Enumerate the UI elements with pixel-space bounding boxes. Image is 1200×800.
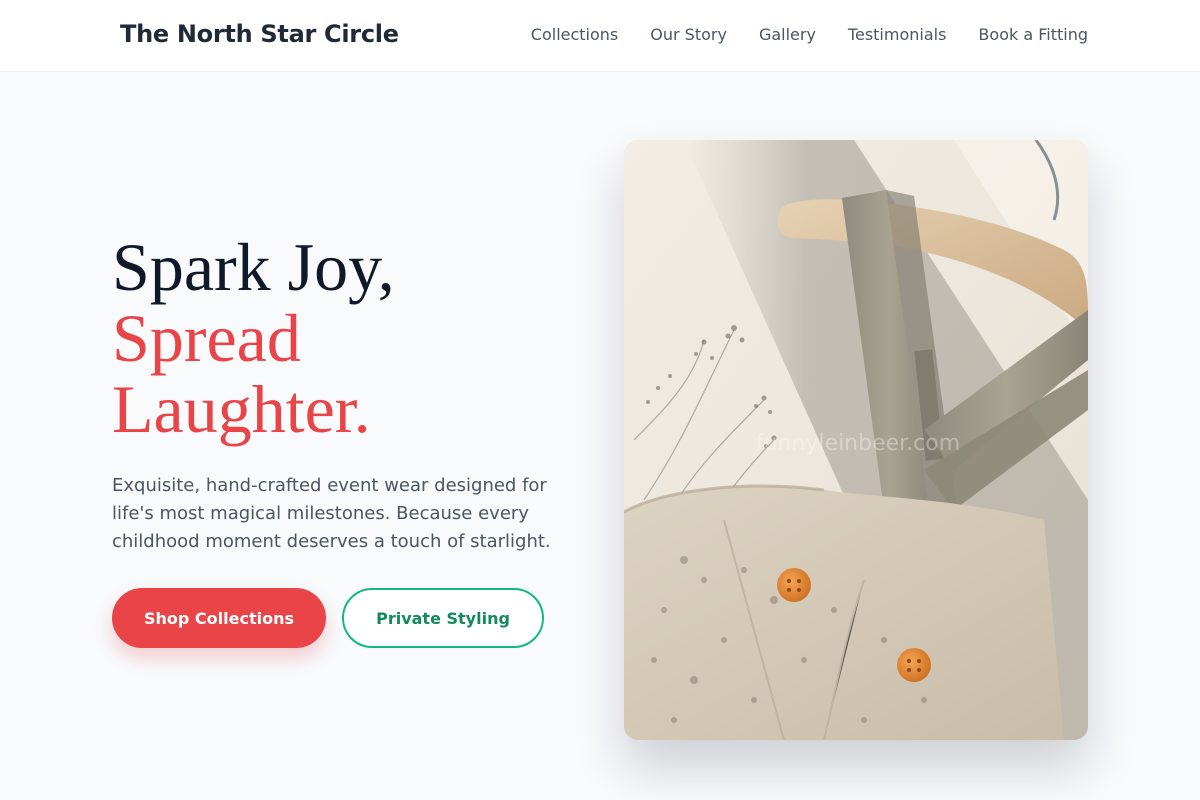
nav-collections[interactable]: Collections xyxy=(531,25,618,44)
orange-button-top xyxy=(777,568,811,602)
overalls-on-hanger-illustration: funnyleinbeer.com xyxy=(624,140,1088,740)
private-styling-button[interactable]: Private Styling xyxy=(342,588,544,648)
brand-logo[interactable]: The North Star Circle xyxy=(120,20,399,48)
hero-product-image: funnyleinbeer.com xyxy=(624,140,1088,740)
nav-gallery[interactable]: Gallery xyxy=(759,25,816,44)
hero-title-line1: Spark Joy, xyxy=(112,229,395,305)
hero-title-line2: Spread xyxy=(112,300,301,376)
site-header: The North Star Circle Collections Our St… xyxy=(0,0,1200,72)
hero-title: Spark Joy, Spread Laughter. xyxy=(112,232,592,445)
hero-title-line3: Laughter. xyxy=(112,371,371,447)
nav-book-fitting[interactable]: Book a Fitting xyxy=(978,25,1088,44)
nav-testimonials[interactable]: Testimonials xyxy=(848,25,947,44)
shop-collections-button[interactable]: Shop Collections xyxy=(112,588,326,648)
image-watermark: funnyleinbeer.com xyxy=(756,431,960,456)
orange-button-bottom xyxy=(897,648,931,682)
main-nav: Collections Our Story Gallery Testimonia… xyxy=(531,25,1088,44)
hero-description: Exquisite, hand-crafted event wear desig… xyxy=(112,475,551,552)
nav-our-story[interactable]: Our Story xyxy=(650,25,727,44)
